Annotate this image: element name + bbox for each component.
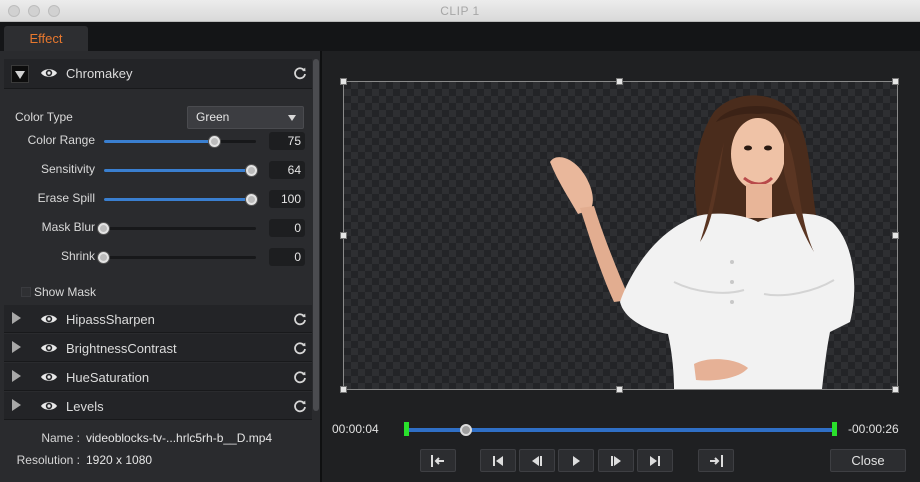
expand-arrow-icon[interactable] bbox=[12, 341, 21, 353]
effect-name: Chromakey bbox=[66, 66, 133, 81]
show-mask-checkbox[interactable] bbox=[21, 287, 31, 297]
erase-spill-label: Erase Spill bbox=[37, 191, 95, 205]
effect-name: Levels bbox=[66, 399, 104, 414]
effect-header-hipasssharpen[interactable]: HipassSharpen bbox=[4, 305, 312, 333]
video-frame-image bbox=[550, 95, 855, 389]
erase-spill-slider[interactable] bbox=[104, 194, 257, 205]
eye-icon[interactable] bbox=[40, 342, 58, 354]
preview-panel: 00:00:04 -00:00:26 Close bbox=[322, 51, 920, 482]
color-type-label: Color Type bbox=[15, 110, 73, 124]
close-button[interactable]: Close bbox=[830, 449, 906, 472]
resize-handle-top-right[interactable] bbox=[892, 78, 899, 85]
resize-handle-right[interactable] bbox=[892, 232, 899, 239]
name-label: Name : bbox=[41, 431, 80, 445]
effect-list: Chromakey Color Type Green Color Range 75… bbox=[4, 59, 312, 467]
slider-fill bbox=[104, 198, 252, 201]
tab-bar: Effect bbox=[0, 22, 920, 51]
mark-out-icon bbox=[710, 454, 723, 467]
effect-header-huesaturation[interactable]: HueSaturation bbox=[4, 363, 312, 391]
erase-spill-value[interactable]: 100 bbox=[269, 190, 305, 208]
resize-handle-left[interactable] bbox=[340, 232, 347, 239]
window-title: CLIP 1 bbox=[440, 4, 480, 18]
slider-fill bbox=[104, 169, 252, 172]
mark-in-icon bbox=[431, 454, 444, 467]
mask-blur-label: Mask Blur bbox=[41, 220, 95, 234]
show-mask-label: Show Mask bbox=[34, 285, 97, 299]
shrink-label: Shrink bbox=[60, 249, 95, 263]
effect-header-brightnesscontrast[interactable]: BrightnessContrast bbox=[4, 334, 312, 362]
current-time: 00:00:04 bbox=[332, 422, 379, 436]
reset-icon[interactable] bbox=[293, 66, 307, 80]
expand-arrow-icon[interactable] bbox=[12, 312, 21, 324]
step-back-button[interactable] bbox=[519, 449, 555, 472]
eye-icon[interactable] bbox=[40, 67, 58, 79]
sensitivity-slider[interactable] bbox=[104, 165, 257, 176]
reset-icon[interactable] bbox=[293, 341, 307, 355]
remaining-time: -00:00:26 bbox=[848, 422, 899, 436]
color-range-value[interactable]: 75 bbox=[269, 132, 305, 150]
color-type-value: Green bbox=[196, 110, 230, 124]
effect-name: HueSaturation bbox=[66, 370, 150, 385]
slider-fill bbox=[104, 140, 215, 143]
resize-handle-bottom-right[interactable] bbox=[892, 386, 899, 393]
play-button[interactable] bbox=[558, 449, 594, 472]
resolution-value: 1920 x 1080 bbox=[86, 453, 153, 467]
effect-header-chromakey[interactable]: Chromakey bbox=[4, 59, 312, 89]
reset-icon[interactable] bbox=[293, 399, 307, 413]
mask-blur-value[interactable]: 0 bbox=[269, 219, 305, 237]
skip-to-end-icon bbox=[650, 455, 660, 466]
collapse-arrow-icon[interactable] bbox=[11, 65, 29, 83]
slider-thumb[interactable] bbox=[98, 252, 109, 263]
slider-thumb[interactable] bbox=[98, 223, 109, 234]
effect-header-levels[interactable]: Levels bbox=[4, 392, 312, 420]
dropdown-caret-icon bbox=[288, 115, 296, 121]
eye-icon[interactable] bbox=[40, 313, 58, 325]
effect-list-scrollbar[interactable] bbox=[313, 59, 319, 411]
out-point-marker[interactable] bbox=[832, 422, 837, 436]
slider-thumb[interactable] bbox=[246, 194, 257, 205]
mask-blur-slider[interactable] bbox=[98, 223, 256, 234]
color-type-select[interactable]: Green bbox=[187, 106, 304, 129]
effect-panel: Chromakey Color Type Green Color Range 75… bbox=[0, 51, 320, 482]
sensitivity-value[interactable]: 64 bbox=[269, 161, 305, 179]
eye-icon[interactable] bbox=[40, 400, 58, 412]
play-icon bbox=[573, 455, 580, 466]
effect-name: HipassSharpen bbox=[66, 312, 155, 327]
skip-to-start-button[interactable] bbox=[480, 449, 516, 472]
slider-thumb[interactable] bbox=[209, 136, 220, 147]
expand-arrow-icon[interactable] bbox=[12, 399, 21, 411]
slider-thumb[interactable] bbox=[246, 165, 257, 176]
in-point-marker[interactable] bbox=[404, 422, 409, 436]
reset-icon[interactable] bbox=[293, 370, 307, 384]
shrink-slider[interactable] bbox=[98, 252, 256, 263]
step-forward-icon bbox=[611, 455, 621, 466]
mark-in-button[interactable] bbox=[420, 449, 456, 472]
file-name: videoblocks-tv-...hrlc5rh-b__D.mp4 bbox=[86, 431, 273, 445]
step-forward-button[interactable] bbox=[598, 449, 634, 472]
title-bar: CLIP 1 bbox=[0, 0, 920, 22]
resize-handle-top[interactable] bbox=[616, 78, 623, 85]
playhead[interactable] bbox=[459, 424, 472, 436]
sensitivity-label: Sensitivity bbox=[40, 162, 95, 176]
eye-icon[interactable] bbox=[40, 371, 58, 383]
reset-icon[interactable] bbox=[293, 312, 307, 326]
color-range-slider[interactable] bbox=[104, 136, 256, 147]
step-back-icon bbox=[532, 455, 542, 466]
skip-to-start-icon bbox=[493, 455, 503, 466]
preview-canvas[interactable] bbox=[343, 81, 898, 390]
color-range-label: Color Range bbox=[27, 133, 95, 147]
resize-handle-bottom-left[interactable] bbox=[340, 386, 347, 393]
tab-effect[interactable]: Effect bbox=[4, 26, 88, 51]
effect-name: BrightnessContrast bbox=[66, 341, 177, 356]
resolution-label: Resolution : bbox=[16, 453, 80, 467]
shrink-value[interactable]: 0 bbox=[269, 248, 305, 266]
resize-handle-top-left[interactable] bbox=[340, 78, 347, 85]
expand-arrow-icon[interactable] bbox=[12, 370, 21, 382]
resize-handle-bottom[interactable] bbox=[616, 386, 623, 393]
mark-out-button[interactable] bbox=[698, 449, 734, 472]
skip-to-end-button[interactable] bbox=[637, 449, 673, 472]
